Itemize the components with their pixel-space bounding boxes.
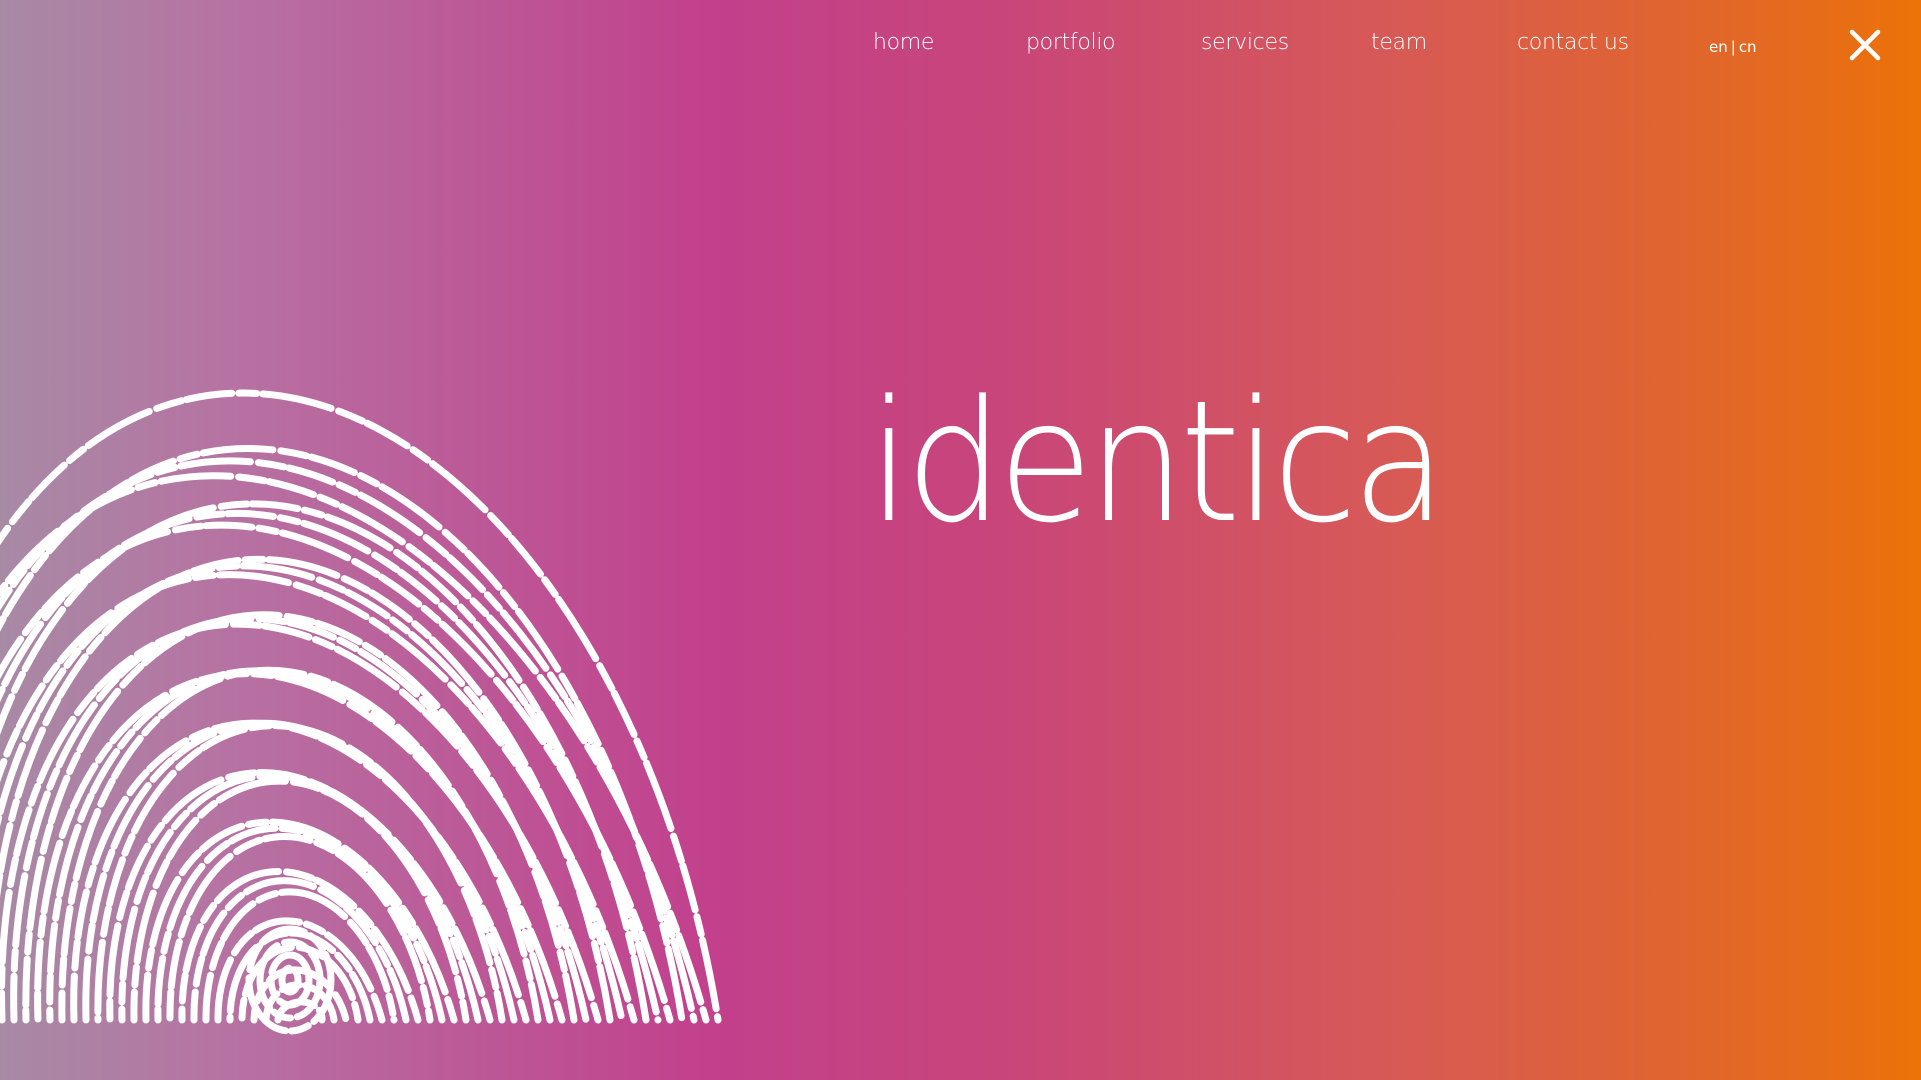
- lang-cn-link[interactable]: cn: [1739, 38, 1757, 56]
- brand-title: identica: [868, 364, 1447, 560]
- nav-item-portfolio[interactable]: portfolio: [1026, 30, 1116, 55]
- fingerprint-whorl: [267, 951, 313, 1009]
- nav-item-home[interactable]: home: [873, 30, 934, 55]
- nav-item-team[interactable]: team: [1371, 30, 1427, 55]
- nav-item-contact-us[interactable]: contact us: [1517, 30, 1629, 55]
- lang-en-link[interactable]: en: [1709, 38, 1728, 56]
- nav-item-services[interactable]: services: [1201, 30, 1289, 55]
- language-switcher: en | cn: [1709, 38, 1757, 56]
- landing-page: home portfolio services team contact us …: [0, 0, 1921, 1080]
- top-nav: home portfolio services team contact us …: [0, 0, 1921, 90]
- close-icon[interactable]: [1848, 28, 1882, 62]
- lang-separator: |: [1730, 38, 1736, 56]
- fingerprint-icon: [0, 389, 722, 1035]
